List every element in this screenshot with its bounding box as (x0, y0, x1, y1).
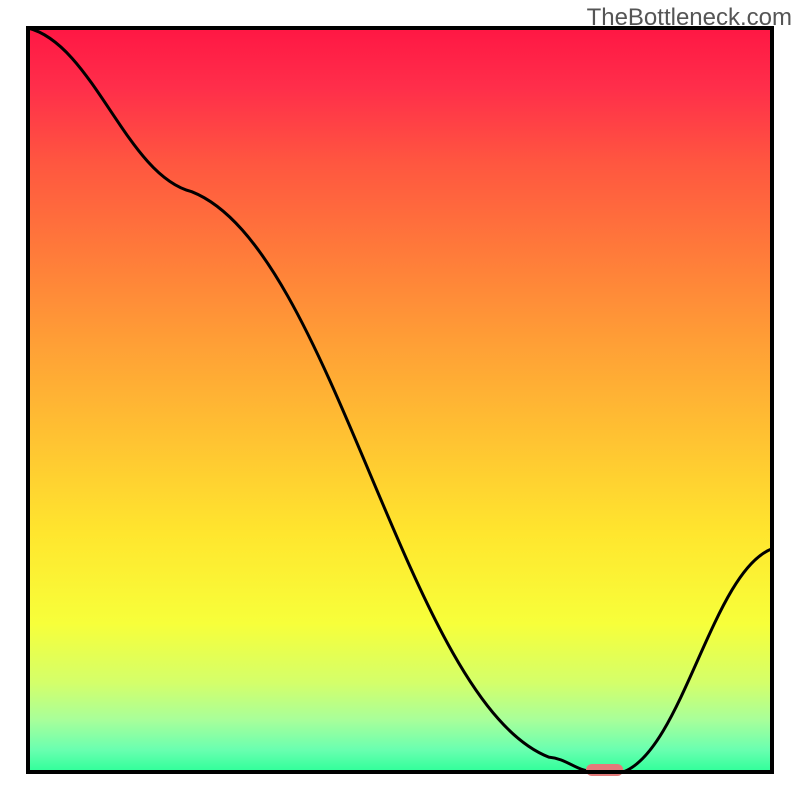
chart-svg (0, 0, 800, 800)
gradient-background (28, 28, 772, 772)
bottleneck-chart: TheBottleneck.com (0, 0, 800, 800)
watermark-text: TheBottleneck.com (587, 4, 792, 32)
